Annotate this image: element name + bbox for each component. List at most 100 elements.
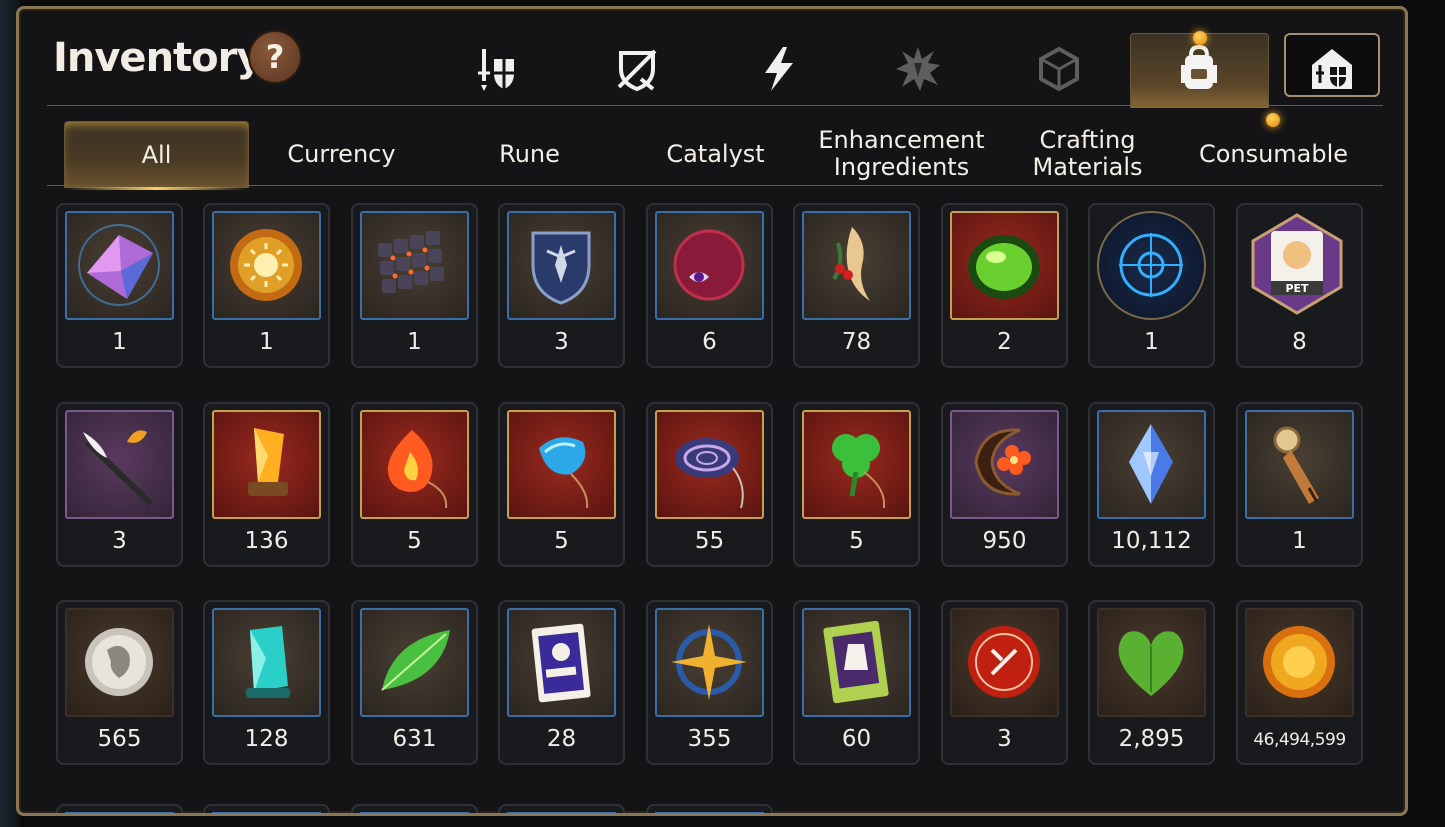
eye-orb-icon (655, 211, 764, 320)
item-slot[interactable]: 28 (498, 600, 625, 765)
item-count: 1 (112, 329, 127, 355)
item-count: 28 (546, 726, 577, 752)
star-compass-icon (655, 608, 764, 717)
tab-catalyst-label: Catalyst (666, 139, 765, 168)
item-count: 565 (97, 726, 142, 752)
backpack-icon[interactable] (1164, 37, 1234, 101)
item-slot[interactable]: 1 (56, 203, 183, 368)
clover-pendant-icon (802, 410, 911, 519)
item-slot[interactable]: 5 (351, 402, 478, 567)
costume-card-icon (802, 608, 911, 717)
tab-catalyst[interactable]: Catalyst (623, 121, 808, 187)
tab-glow (65, 187, 248, 190)
lightning-icon[interactable] (744, 37, 814, 101)
green-potion-icon (950, 211, 1059, 320)
item-count: 3 (997, 726, 1012, 752)
tab-all-label: All (141, 140, 172, 169)
item-count: 46,494,599 (1253, 730, 1346, 750)
item-slot[interactable]: 136 (203, 402, 330, 567)
guild-house-icon[interactable] (1297, 37, 1367, 101)
item-slot[interactable]: 10,112 (1088, 402, 1215, 567)
item-slot[interactable]: 631 (351, 600, 478, 765)
item-count: 60 (841, 726, 872, 752)
item-slot[interactable] (203, 804, 330, 813)
pet-food-bag-icon: PET (1245, 211, 1354, 320)
item-count: 1 (407, 329, 422, 355)
item-slot[interactable]: 1 (1088, 203, 1215, 368)
help-button[interactable]: ? (248, 30, 302, 84)
item-slot[interactable]: 5 (498, 402, 625, 567)
tab-enhancement-ingredients[interactable]: Enhancement Ingredients (809, 121, 994, 187)
item-count: 136 (244, 528, 289, 554)
item-slot[interactable] (56, 804, 183, 813)
tab-crafting-label: Crafting Materials (1032, 126, 1143, 181)
broken-shield-icon[interactable] (602, 37, 672, 101)
item-count: 1 (1144, 329, 1159, 355)
item-count: 5 (849, 528, 864, 554)
item-slot[interactable]: 55 (646, 402, 773, 567)
tab-consumable-label: Consumable (1198, 139, 1349, 168)
item-slot[interactable]: 2,895 (1088, 600, 1215, 765)
silver-coin-icon (65, 608, 174, 717)
tab-consumable[interactable]: Consumable (1181, 121, 1366, 187)
dark-shield-icon (507, 211, 616, 320)
item-slot[interactable]: 6 (646, 203, 773, 368)
item-slot[interactable]: 128 (203, 600, 330, 765)
tab-all[interactable]: All (64, 121, 249, 190)
item-slot[interactable]: 1 (1236, 402, 1363, 567)
header-divider (47, 105, 1383, 106)
moon-charm-icon (950, 410, 1059, 519)
item-slot[interactable]: 5 (793, 402, 920, 567)
sword-shield-icon[interactable] (461, 37, 531, 101)
green-leaf-icon (360, 608, 469, 717)
tab-crafting-materials[interactable]: Crafting Materials (995, 121, 1180, 187)
amber-crystal-icon (212, 410, 321, 519)
item-count: 10,112 (1111, 528, 1192, 554)
sun-coin-icon (212, 211, 321, 320)
red-badge-icon (950, 608, 1059, 717)
pet-card-icon (507, 608, 616, 717)
tab-rune[interactable]: Rune (437, 121, 622, 187)
cyan-crystal-icon (212, 608, 321, 717)
tab-rune-label: Rune (499, 139, 560, 168)
item-slot[interactable]: 60 (793, 600, 920, 765)
rune-stones-icon (360, 211, 469, 320)
splat-rune-icon[interactable] (883, 37, 953, 101)
item-slot[interactable]: 565 (56, 600, 183, 765)
root-herb-icon (802, 211, 911, 320)
tab-currency[interactable]: Currency (249, 121, 434, 187)
item-slot[interactable] (351, 804, 478, 813)
item-slot[interactable]: 78 (793, 203, 920, 368)
cube-icon[interactable] (1024, 37, 1094, 101)
notification-dot (1193, 31, 1207, 45)
water-pendant-icon (507, 410, 616, 519)
item-slot[interactable] (646, 804, 773, 813)
item-slot[interactable]: 3 (498, 203, 625, 368)
notification-dot (1266, 113, 1280, 127)
item-count: 2,895 (1118, 726, 1185, 752)
item-count: 631 (392, 726, 437, 752)
item-count: 1 (259, 329, 274, 355)
tabs-divider (47, 185, 1383, 186)
item-slot[interactable]: 3 (941, 600, 1068, 765)
item-count: 128 (244, 726, 289, 752)
item-count: 55 (694, 528, 725, 554)
tab-enhancement-label: Enhancement Ingredients (818, 126, 985, 181)
item-slot[interactable]: PET 8 (1236, 203, 1363, 368)
item-count: 3 (554, 329, 569, 355)
page-title: Inventory (53, 35, 262, 81)
item-slot[interactable]: 950 (941, 402, 1068, 567)
item-slot[interactable]: 355 (646, 600, 773, 765)
item-count: 5 (407, 528, 422, 554)
item-slot[interactable]: 2 (941, 203, 1068, 368)
item-count: 2 (997, 329, 1012, 355)
item-count: 8 (1292, 329, 1307, 355)
item-slot[interactable]: 3 (56, 402, 183, 567)
swirl-pendant-icon (655, 410, 764, 519)
bookmark-icon (1245, 410, 1354, 519)
item-slot[interactable]: 1 (203, 203, 330, 368)
item-count: 355 (687, 726, 732, 752)
item-slot[interactable]: 46,494,599 (1236, 600, 1363, 765)
item-slot[interactable] (498, 804, 625, 813)
item-slot[interactable]: 1 (351, 203, 478, 368)
